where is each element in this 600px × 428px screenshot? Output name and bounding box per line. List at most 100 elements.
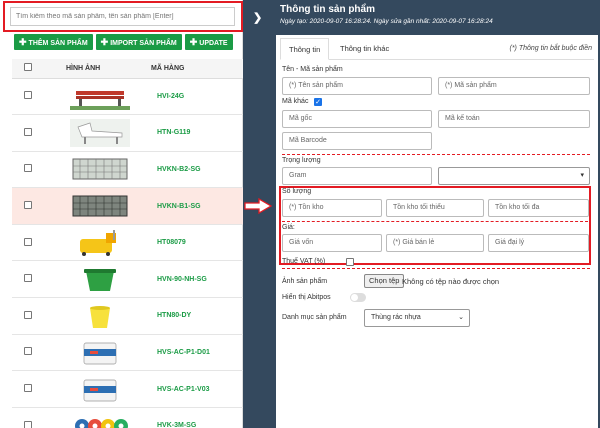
row-image-cell xyxy=(36,78,146,116)
row-checkbox[interactable] xyxy=(24,237,32,246)
row-image-cell xyxy=(36,407,146,428)
row-checkbox[interactable] xyxy=(24,127,32,136)
table-row[interactable]: HVKN-B1-SG xyxy=(12,187,243,225)
plus-icon: ✚ xyxy=(19,37,27,47)
tab-info[interactable]: Thông tin xyxy=(280,38,330,60)
table-row[interactable]: HVS-AC-P1-D01 xyxy=(12,334,243,372)
product-thumbnail[interactable] xyxy=(70,192,130,220)
category-select[interactable]: Thùng rác nhựa ⌄ xyxy=(364,309,470,327)
product-thumbnail[interactable] xyxy=(70,338,130,366)
product-thumbnail[interactable] xyxy=(70,412,130,428)
update-button[interactable]: ✚ UPDATE xyxy=(184,34,233,50)
row-checkbox[interactable] xyxy=(24,310,32,319)
product-thumbnail[interactable] xyxy=(70,229,130,257)
max-stock-input[interactable]: Tồn kho tối đa xyxy=(488,199,589,217)
updated-value: 2020-09-07 16:28:24 xyxy=(432,18,493,25)
product-table: HÌNH ẢNH MÃ HÀNG HVI-24G HTN-G119 HVKN-B2-… xyxy=(12,59,243,428)
import-product-button[interactable]: ✚ IMPORT SẢN PHẨM xyxy=(95,34,182,50)
product-image-label: Ảnh sản phẩm xyxy=(282,278,328,285)
product-code[interactable]: HVK-3M-SG xyxy=(146,407,243,428)
stock-input[interactable]: (*) Tồn kho xyxy=(282,199,382,217)
table-row[interactable]: HVS-AC-P1-V03 xyxy=(12,370,243,408)
weight-unit-select[interactable]: ▾ xyxy=(438,167,590,185)
product-code[interactable]: HVS-AC-P1-V03 xyxy=(146,370,243,408)
product-name-input[interactable]: (*) Tên sản phẩm xyxy=(282,77,432,95)
cost-price-input[interactable]: Giá vốn xyxy=(282,234,382,252)
row-select-cell xyxy=(12,334,36,372)
product-code[interactable]: HVKN-B2-SG xyxy=(146,151,243,189)
other-code-checkbox[interactable]: ✓ xyxy=(314,98,322,106)
product-code[interactable]: HVKN-B1-SG xyxy=(146,187,243,225)
arrow-right-icon xyxy=(244,197,273,215)
min-stock-input[interactable]: Tồn kho tối thiểu xyxy=(386,199,484,217)
row-checkbox[interactable] xyxy=(24,274,32,283)
product-form: Thông tin Thông tin khác (*) Thông tin b… xyxy=(276,35,598,428)
product-code[interactable]: HT08079 xyxy=(146,224,243,262)
row-checkbox[interactable] xyxy=(24,347,32,356)
original-code-input[interactable]: Mã gốc xyxy=(282,110,432,128)
table-body: HVI-24G HTN-G119 HVKN-B2-SG HVKN-B1-SG HT080… xyxy=(12,78,243,428)
plus-icon: ✚ xyxy=(189,37,198,47)
table-row[interactable]: HVN-90-NH-SG xyxy=(12,260,243,299)
product-thumbnail[interactable] xyxy=(70,302,130,330)
product-code[interactable]: HVS-AC-P1-D01 xyxy=(146,334,243,372)
toggle-knob xyxy=(351,294,358,301)
required-note: (*) Thông tin bắt buộc điền xyxy=(509,45,593,52)
import-product-label: IMPORT SẢN PHẨM xyxy=(110,40,177,47)
product-code[interactable]: HTN-G119 xyxy=(146,114,243,152)
product-thumbnail[interactable] xyxy=(70,118,130,147)
product-thumbnail[interactable] xyxy=(70,155,130,183)
product-thumbnail[interactable] xyxy=(70,265,130,293)
table-header-row: HÌNH ẢNH MÃ HÀNG xyxy=(12,59,243,79)
weight-input[interactable]: Gram xyxy=(282,167,432,185)
row-image-cell xyxy=(36,297,146,335)
quantity-label: Số lượng xyxy=(282,188,312,195)
app-root: ✚THÊM SẢN PHẨM✚IMPORT SẢN PHẨM✚UPDATE HÌ… xyxy=(0,0,600,428)
choose-file-button[interactable]: Chọn tệp xyxy=(364,274,405,288)
row-checkbox[interactable] xyxy=(24,384,32,393)
row-checkbox[interactable] xyxy=(24,420,32,428)
section-divider xyxy=(282,268,590,269)
barcode-input[interactable]: Mã Barcode xyxy=(282,132,432,150)
row-checkbox[interactable] xyxy=(24,164,32,173)
agent-price-input[interactable]: Giá đại lý xyxy=(488,234,589,252)
table-row[interactable]: HVI-24G xyxy=(12,78,243,116)
row-select-cell xyxy=(12,370,36,408)
weight-label: Trọng lượng xyxy=(282,157,321,164)
add-product-label: THÊM SẢN PHẨM xyxy=(28,40,88,47)
search-input[interactable] xyxy=(10,7,235,26)
product-thumbnail[interactable] xyxy=(70,82,130,111)
product-list-pane: ✚THÊM SẢN PHẨM✚IMPORT SẢN PHẨM✚UPDATE HÌ… xyxy=(0,0,243,428)
show-abitpos-toggle[interactable] xyxy=(350,293,366,302)
row-checkbox[interactable] xyxy=(24,91,32,100)
table-row[interactable]: HTN-G119 xyxy=(12,114,243,152)
category-value: Thùng rác nhựa xyxy=(371,314,421,321)
add-product-button[interactable]: ✚ THÊM SẢN PHẨM xyxy=(14,34,93,50)
row-select-cell xyxy=(12,78,36,116)
row-select-cell xyxy=(12,151,36,189)
chevron-right-icon[interactable]: ❯ xyxy=(253,11,262,24)
accounting-code-input[interactable]: Mã kế toán xyxy=(438,110,590,128)
table-row[interactable]: HVKN-B2-SG xyxy=(12,151,243,189)
product-code[interactable]: HVI-24G xyxy=(146,78,243,116)
quantity-price-highlight-box xyxy=(279,186,591,265)
select-all-checkbox[interactable] xyxy=(24,63,32,72)
table-row[interactable]: HVK-3M-SG xyxy=(12,407,243,428)
search-highlight-box xyxy=(3,1,243,32)
table-row[interactable]: HT08079 xyxy=(12,224,243,262)
product-code[interactable]: HVN-90-NH-SG xyxy=(146,260,243,299)
retail-price-input[interactable]: (*) Giá bán lẻ xyxy=(386,234,484,252)
form-tabs: Thông tin Thông tin khác (*) Thông tin b… xyxy=(280,38,594,60)
product-code-input[interactable]: (*) Mã sản phẩm xyxy=(438,77,590,95)
row-checkbox[interactable] xyxy=(24,201,32,210)
vat-label: Thuế VAT (%) xyxy=(282,258,326,265)
product-thumbnail[interactable] xyxy=(70,375,130,403)
other-code-label: Mã khác xyxy=(282,98,309,105)
vat-checkbox[interactable] xyxy=(346,258,354,266)
product-code[interactable]: HTN80-DY xyxy=(146,297,243,335)
row-image-cell xyxy=(36,187,146,225)
row-image-cell xyxy=(36,224,146,262)
updated-label: Ngày sửa gần nhất: xyxy=(373,18,431,25)
tab-other-info[interactable]: Thông tin khác xyxy=(332,38,397,60)
table-row[interactable]: HTN80-DY xyxy=(12,297,243,335)
